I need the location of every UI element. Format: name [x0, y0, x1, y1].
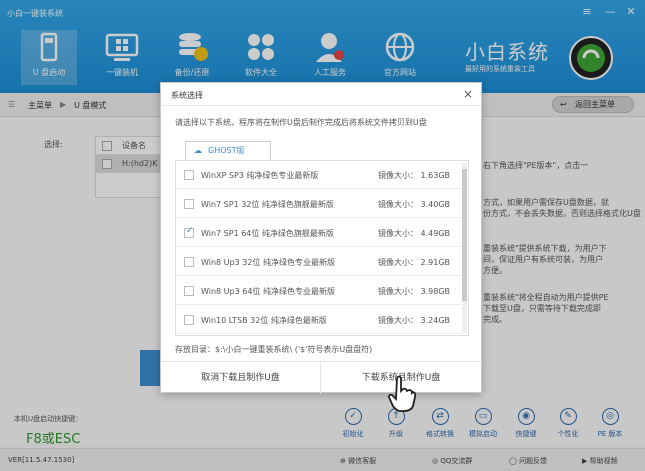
tab-ghost[interactable]: ☁ GHOST版	[185, 141, 271, 161]
system-name: WinXP SP3 纯净绿色专业最新版	[201, 171, 319, 180]
system-list-item[interactable]: Win10 LTSB 32位 纯净绿色最新版 镜像大小： 3.24GB	[176, 306, 462, 334]
size-value: 1.63GB	[420, 171, 451, 180]
save-path-text: 存放目录：$:\小白一键重装系统\ ('$'符号表示U盘盘符)	[175, 345, 373, 354]
system-checkbox[interactable]	[184, 286, 194, 296]
size-label: 镜像大小：	[378, 316, 418, 325]
system-name: Win8 Up3 32位 纯净绿色专业最新版	[201, 258, 335, 267]
system-list-item[interactable]: Win8 Up3 32位 纯净绿色专业最新版 镜像大小： 2.91GB	[176, 248, 462, 276]
system-size: 镜像大小： 3.24GB	[378, 315, 450, 326]
list-scrollbar[interactable]	[462, 163, 467, 333]
system-name: Win7 SP1 32位 纯净绿色旗舰最新版	[201, 200, 334, 209]
system-checkbox[interactable]	[184, 315, 194, 325]
system-name: Win8 Up3 64位 纯净绿色专业最新版	[201, 287, 335, 296]
system-list-item[interactable]: Win8 Up3 64位 纯净绿色专业最新版 镜像大小： 3.98GB	[176, 277, 462, 305]
system-select-dialog: 系统选择 × 请选择以下系统，程序将在制作U盘后制作完成后将系统文件拷贝到U盘 …	[160, 82, 482, 394]
system-size: 镜像大小： 3.98GB	[378, 286, 450, 297]
system-list: WinXP SP3 纯净绿色专业最新版 镜像大小： 1.63GB Win7 SP1 …	[175, 160, 469, 336]
system-checkbox[interactable]	[184, 257, 194, 267]
dialog-title: 系统选择	[171, 91, 203, 100]
dialog-footer: 取消下载且制作U盘 下载系统且制作U盘	[161, 361, 481, 394]
system-size: 镜像大小： 3.40GB	[378, 199, 450, 210]
system-checkbox[interactable]	[184, 199, 194, 209]
system-list-item[interactable]: WinXP SP3 纯净绿色专业最新版 镜像大小： 1.63GB	[176, 161, 462, 189]
list-scrollbar-thumb[interactable]	[462, 169, 467, 301]
dialog-instruction: 请选择以下系统，程序将在制作U盘后制作完成后将系统文件拷贝到U盘	[175, 118, 427, 127]
system-name: Win10 LTSB 32位 纯净绿色最新版	[201, 316, 327, 325]
tab-ghost-label: GHOST版	[208, 146, 245, 155]
cancel-download-button[interactable]: 取消下载且制作U盘	[161, 362, 321, 394]
size-label: 镜像大小：	[378, 200, 418, 209]
system-size: 镜像大小： 2.91GB	[378, 257, 450, 268]
dialog-divider	[161, 105, 481, 106]
system-size: 镜像大小： 1.63GB	[378, 170, 450, 181]
system-list-item[interactable]: ✓ Win7 SP1 64位 纯净绿色旗舰最新版 镜像大小： 4.49GB	[176, 219, 462, 247]
size-value: 4.49GB	[420, 229, 451, 238]
size-value: 3.24GB	[420, 316, 451, 325]
system-checkbox[interactable]: ✓	[184, 226, 194, 238]
size-label: 镜像大小：	[378, 229, 418, 238]
size-label: 镜像大小：	[378, 171, 418, 180]
ghost-icon: ☁	[194, 146, 202, 155]
hand-cursor-icon	[388, 375, 416, 412]
app-window: 小白一键装系统 ≡ — ✕ U 盘启动 一键装机 备份/还原 软件大全 人工服务…	[0, 0, 645, 471]
system-name: Win7 SP1 64位 纯净绿色旗舰最新版	[201, 229, 334, 238]
system-size: 镜像大小： 4.49GB	[378, 228, 450, 239]
size-value: 3.98GB	[420, 287, 451, 296]
system-list-item[interactable]: Win7 SP1 32位 纯净绿色旗舰最新版 镜像大小： 3.40GB	[176, 190, 462, 218]
system-checkbox[interactable]	[184, 170, 194, 180]
size-label: 镜像大小：	[378, 258, 418, 267]
size-value: 2.91GB	[420, 258, 451, 267]
dialog-close-icon[interactable]: ×	[463, 87, 473, 101]
size-value: 3.40GB	[420, 200, 451, 209]
size-label: 镜像大小：	[378, 287, 418, 296]
